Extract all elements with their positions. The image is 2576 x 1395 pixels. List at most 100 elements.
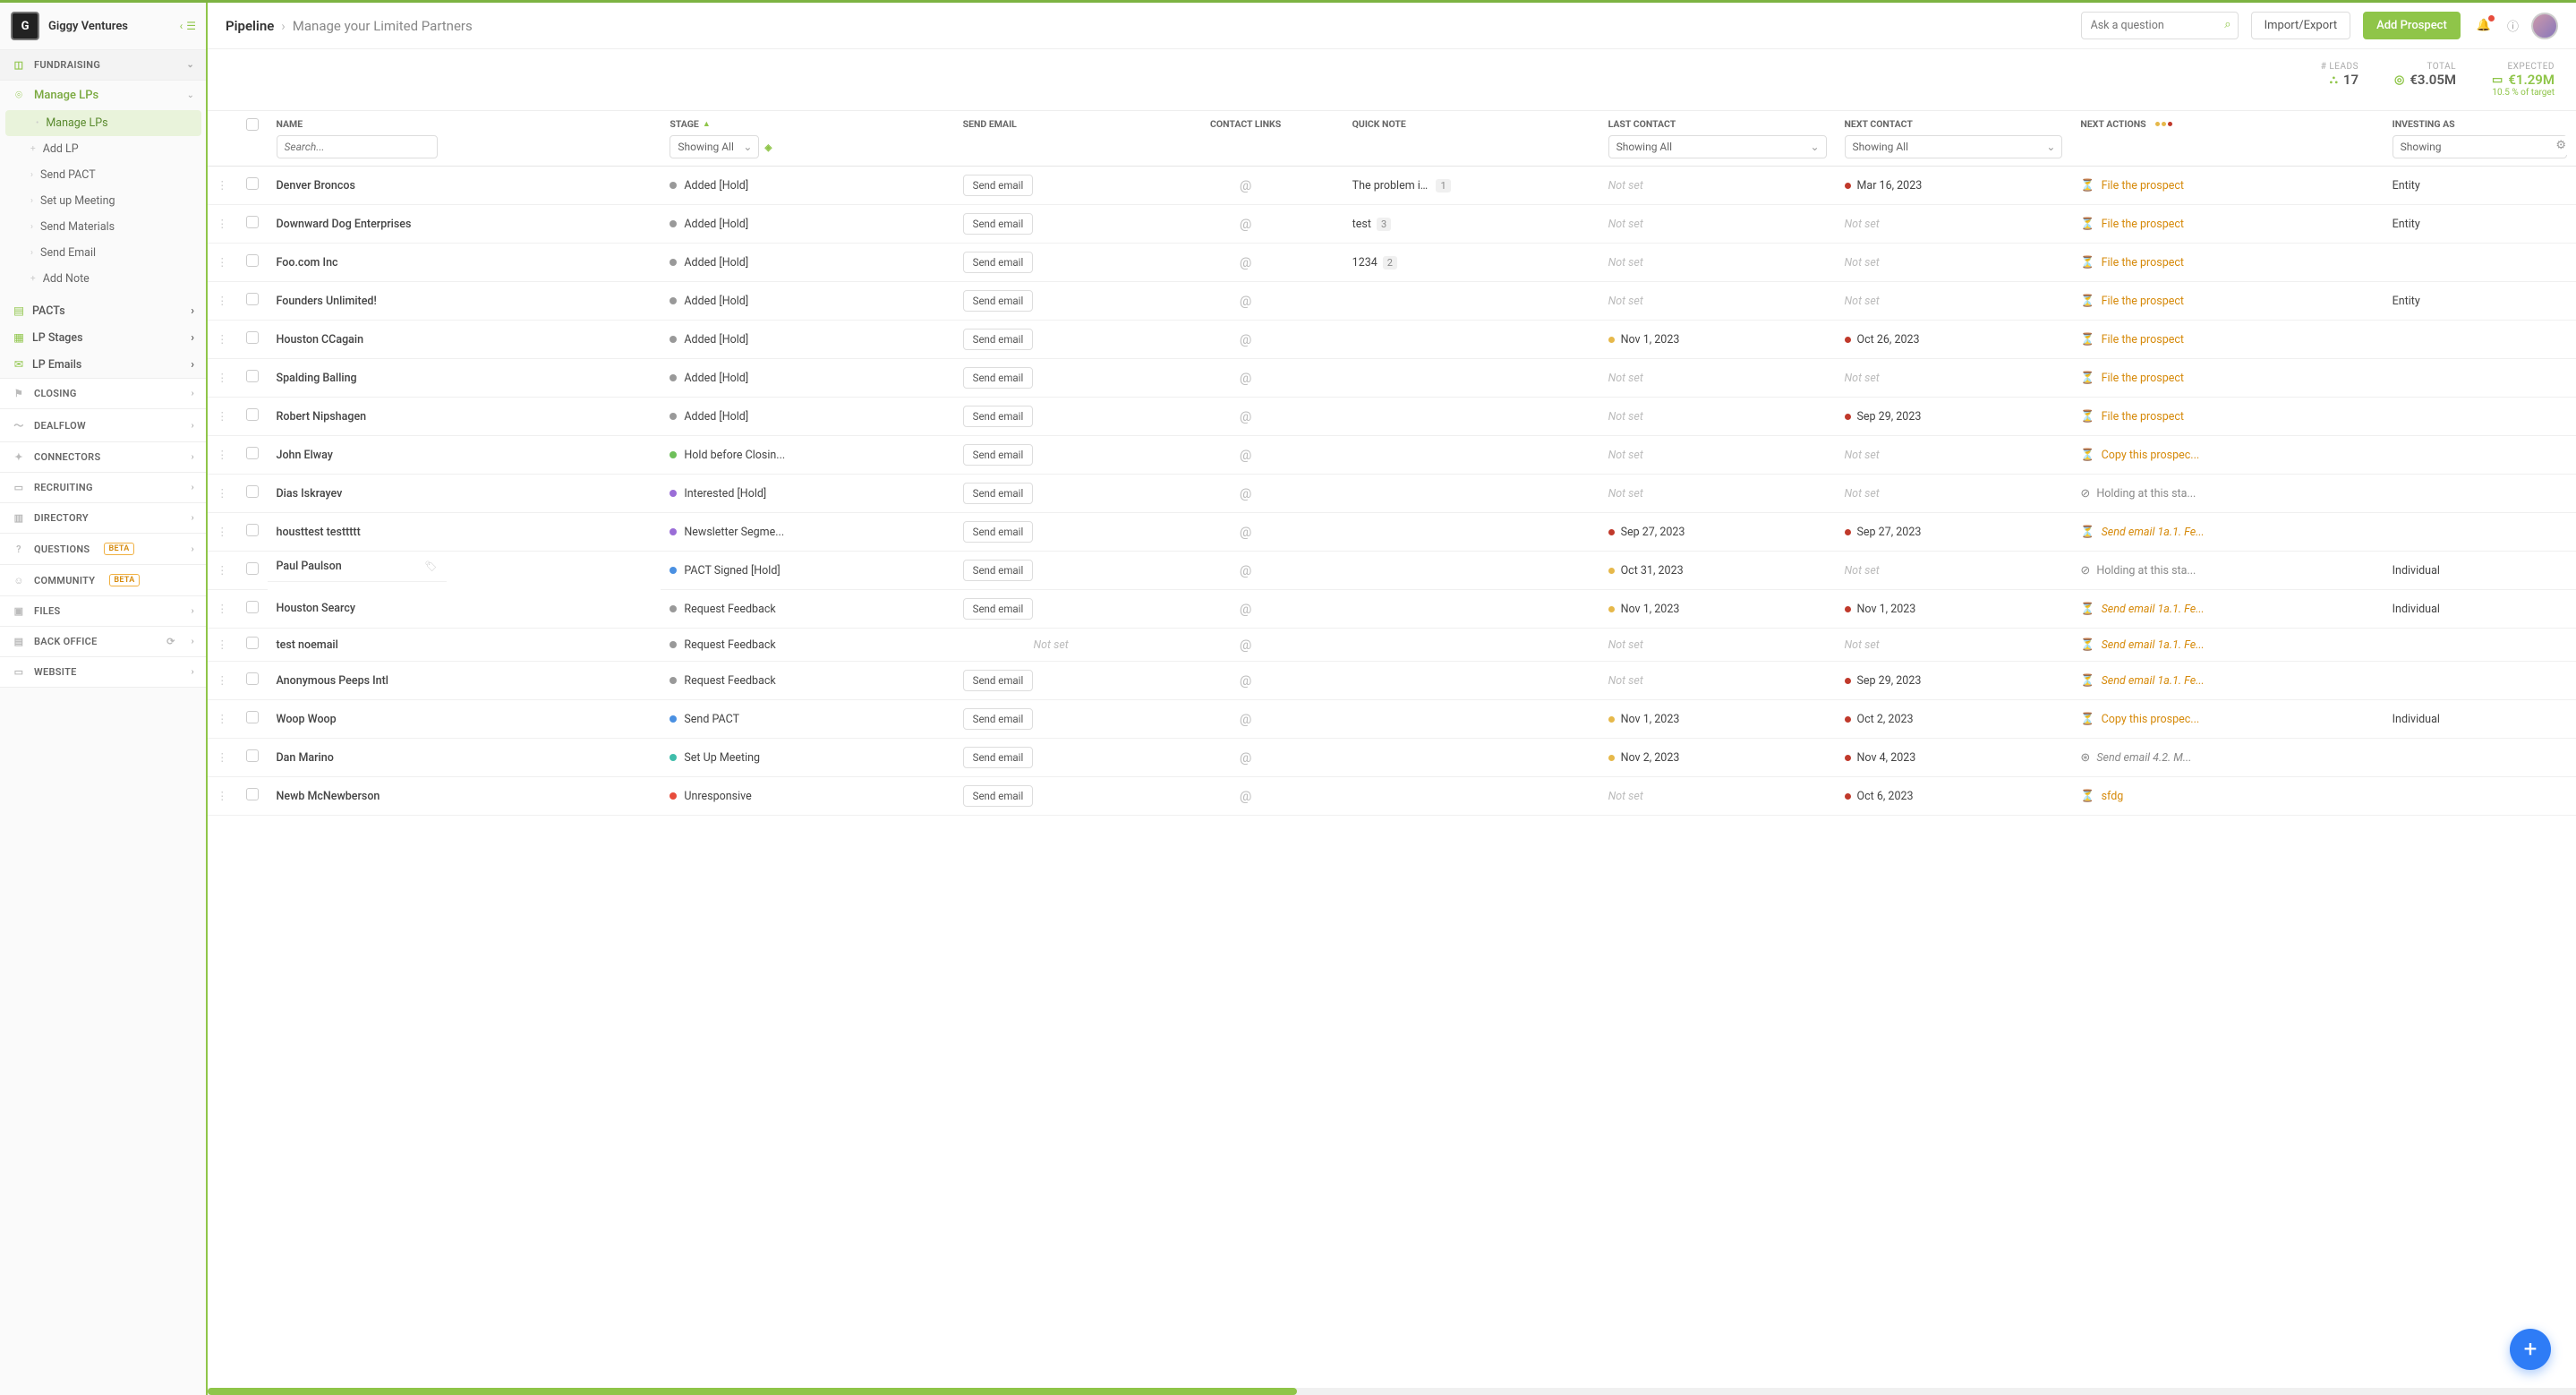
table-row[interactable]: ⋮housttest testttttNewsletter Segme...Se… <box>208 513 2576 552</box>
stage-cell[interactable]: Newsletter Segme... <box>670 526 944 539</box>
at-icon[interactable]: @ <box>1157 177 1335 193</box>
col-last-contact[interactable]: LAST CONTACT <box>1608 118 1827 130</box>
sidebar-collapse[interactable]: ‹☰ <box>180 20 196 32</box>
notifications-button[interactable]: 🔔 <box>2473 15 2495 36</box>
send-email-button[interactable]: Send email <box>963 444 1034 466</box>
table-row[interactable]: ⋮Dan MarinoSet Up MeetingSend email@Nov … <box>208 739 2576 777</box>
investing-as[interactable] <box>2384 629 2576 662</box>
stage-cell[interactable]: Hold before Closin... <box>670 449 944 462</box>
refresh-icon[interactable]: ⟳ <box>166 636 175 647</box>
table-row[interactable]: ⋮Spalding BallingAdded [Hold]Send email@… <box>208 359 2576 398</box>
investing-as[interactable]: Individual <box>2384 552 2576 590</box>
stage-cell[interactable]: Added [Hold] <box>670 410 944 424</box>
at-icon[interactable]: @ <box>1157 711 1335 727</box>
investing-as[interactable] <box>2384 359 2576 398</box>
at-icon[interactable]: @ <box>1157 485 1335 501</box>
investing-as[interactable]: Entity <box>2384 282 2576 321</box>
import-export-button[interactable]: Import/Export <box>2251 12 2351 39</box>
prospect-name[interactable]: Foo.com Inc <box>268 244 661 282</box>
row-handle[interactable]: ⋮ <box>208 282 237 321</box>
send-email-button[interactable]: Send email <box>963 329 1034 350</box>
row-checkbox[interactable] <box>246 408 259 421</box>
next-contact[interactable]: Sep 27, 2023 <box>1845 526 2063 539</box>
investing-as[interactable] <box>2384 398 2576 436</box>
stage-cell[interactable]: Request Feedback <box>670 603 944 616</box>
next-action[interactable]: ⏳File the prospect <box>2080 410 2374 424</box>
at-icon[interactable]: @ <box>1157 216 1335 232</box>
nav-community[interactable]: ☺COMMUNITYBETA <box>0 565 207 596</box>
col-next-actions[interactable]: NEXT ACTIONS <box>2080 118 2374 130</box>
prospect-name[interactable]: Anonymous Peeps Intl <box>268 662 661 700</box>
stage-cell[interactable]: Set Up Meeting <box>670 751 944 765</box>
prospect-name[interactable]: Downward Dog Enterprises <box>268 205 661 244</box>
next-action[interactable]: ⏳File the prospect <box>2080 295 2374 308</box>
nav-files[interactable]: ▣FILES› <box>0 596 207 627</box>
row-handle[interactable]: ⋮ <box>208 436 237 475</box>
col-contact-links[interactable]: CONTACT LINKS <box>1210 118 1281 130</box>
row-checkbox[interactable] <box>246 177 259 190</box>
row-handle[interactable]: ⋮ <box>208 244 237 282</box>
at-icon[interactable]: @ <box>1157 408 1335 424</box>
col-investing-as[interactable]: INVESTING AS <box>2393 118 2567 130</box>
nav-manage-lps[interactable]: ⌾ Manage LPs ⌄ <box>0 81 207 110</box>
next-contact[interactable]: Oct 26, 2023 <box>1845 333 2063 347</box>
next-contact[interactable]: Sep 29, 2023 <box>1845 410 2063 424</box>
search-input[interactable] <box>2081 12 2239 39</box>
send-email-button[interactable]: Send email <box>963 598 1034 620</box>
send-email-button[interactable]: Send email <box>963 213 1034 235</box>
row-checkbox[interactable] <box>246 749 259 762</box>
stage-cell[interactable]: Send PACT <box>670 713 944 726</box>
at-icon[interactable]: @ <box>1157 254 1335 270</box>
next-action[interactable]: ⏳File the prospect <box>2080 256 2374 270</box>
send-email-button[interactable]: Send email <box>963 521 1034 543</box>
row-checkbox[interactable] <box>246 293 259 305</box>
at-icon[interactable]: @ <box>1157 637 1335 653</box>
next-contact[interactable]: Nov 1, 2023 <box>1845 603 2063 616</box>
investing-as[interactable]: Entity <box>2384 205 2576 244</box>
subnav-set-up-meeting[interactable]: ›Set up Meeting <box>0 188 207 214</box>
investing-as[interactable] <box>2384 662 2576 700</box>
nav-closing[interactable]: ⚑CLOSING› <box>0 379 207 409</box>
prospect-name[interactable]: Houston Searcy <box>268 590 661 629</box>
row-handle[interactable]: ⋮ <box>208 662 237 700</box>
next-action[interactable]: ⏳Copy this prospec... <box>2080 713 2374 726</box>
subnav-send-materials[interactable]: ›Send Materials <box>0 214 207 240</box>
send-email-button[interactable]: Send email <box>963 708 1034 730</box>
row-handle[interactable]: ⋮ <box>208 205 237 244</box>
next-action[interactable]: ⏳Send email 1a.1. Fe... <box>2080 526 2374 539</box>
table-row[interactable]: ⋮Paul Paulson🏷PACT Signed [Hold]Send ema… <box>208 552 2576 590</box>
at-icon[interactable]: @ <box>1157 672 1335 689</box>
stage-cell[interactable]: Unresponsive <box>670 790 944 803</box>
next-contact[interactable]: Nov 4, 2023 <box>1845 751 2063 765</box>
investing-as[interactable] <box>2384 321 2576 359</box>
investing-as[interactable]: Entity <box>2384 167 2576 205</box>
send-email-button[interactable]: Send email <box>963 747 1034 768</box>
at-icon[interactable]: @ <box>1157 562 1335 578</box>
nav-questions[interactable]: ?QUESTIONSBETA› <box>0 534 207 565</box>
row-checkbox[interactable] <box>246 788 259 800</box>
next-contact[interactable]: Oct 6, 2023 <box>1845 790 2063 803</box>
send-email-button[interactable]: Send email <box>963 406 1034 427</box>
at-icon[interactable]: @ <box>1157 601 1335 617</box>
row-handle[interactable]: ⋮ <box>208 321 237 359</box>
nav-website[interactable]: ▭WEBSITE› <box>0 657 207 688</box>
next-action[interactable]: ⏳Send email 1a.1. Fe... <box>2080 603 2374 616</box>
at-icon[interactable]: @ <box>1157 524 1335 540</box>
horizontal-scrollbar[interactable] <box>208 1388 2576 1395</box>
next-action[interactable]: ⏳File the prospect <box>2080 372 2374 385</box>
stage-cell[interactable]: Added [Hold] <box>670 218 944 231</box>
send-email-button[interactable]: Send email <box>963 483 1034 504</box>
next-action[interactable]: ⏳File the prospect <box>2080 333 2374 347</box>
stage-cell[interactable]: PACT Signed [Hold] <box>670 564 944 578</box>
breadcrumb-root[interactable]: Pipeline <box>226 18 274 34</box>
send-email-button[interactable]: Send email <box>963 560 1034 581</box>
row-checkbox[interactable] <box>246 370 259 382</box>
stage-cell[interactable]: Added [Hold] <box>670 256 944 270</box>
user-avatar[interactable] <box>2531 13 2558 39</box>
subnav-send-email[interactable]: ›Send Email <box>0 240 207 266</box>
prospect-name[interactable]: Dan Marino <box>268 739 661 777</box>
prospect-name[interactable]: Denver Broncos <box>268 167 661 205</box>
row-handle[interactable]: ⋮ <box>208 777 237 816</box>
row-handle[interactable]: ⋮ <box>208 475 237 513</box>
last-contact[interactable]: Nov 1, 2023 <box>1608 713 1827 726</box>
